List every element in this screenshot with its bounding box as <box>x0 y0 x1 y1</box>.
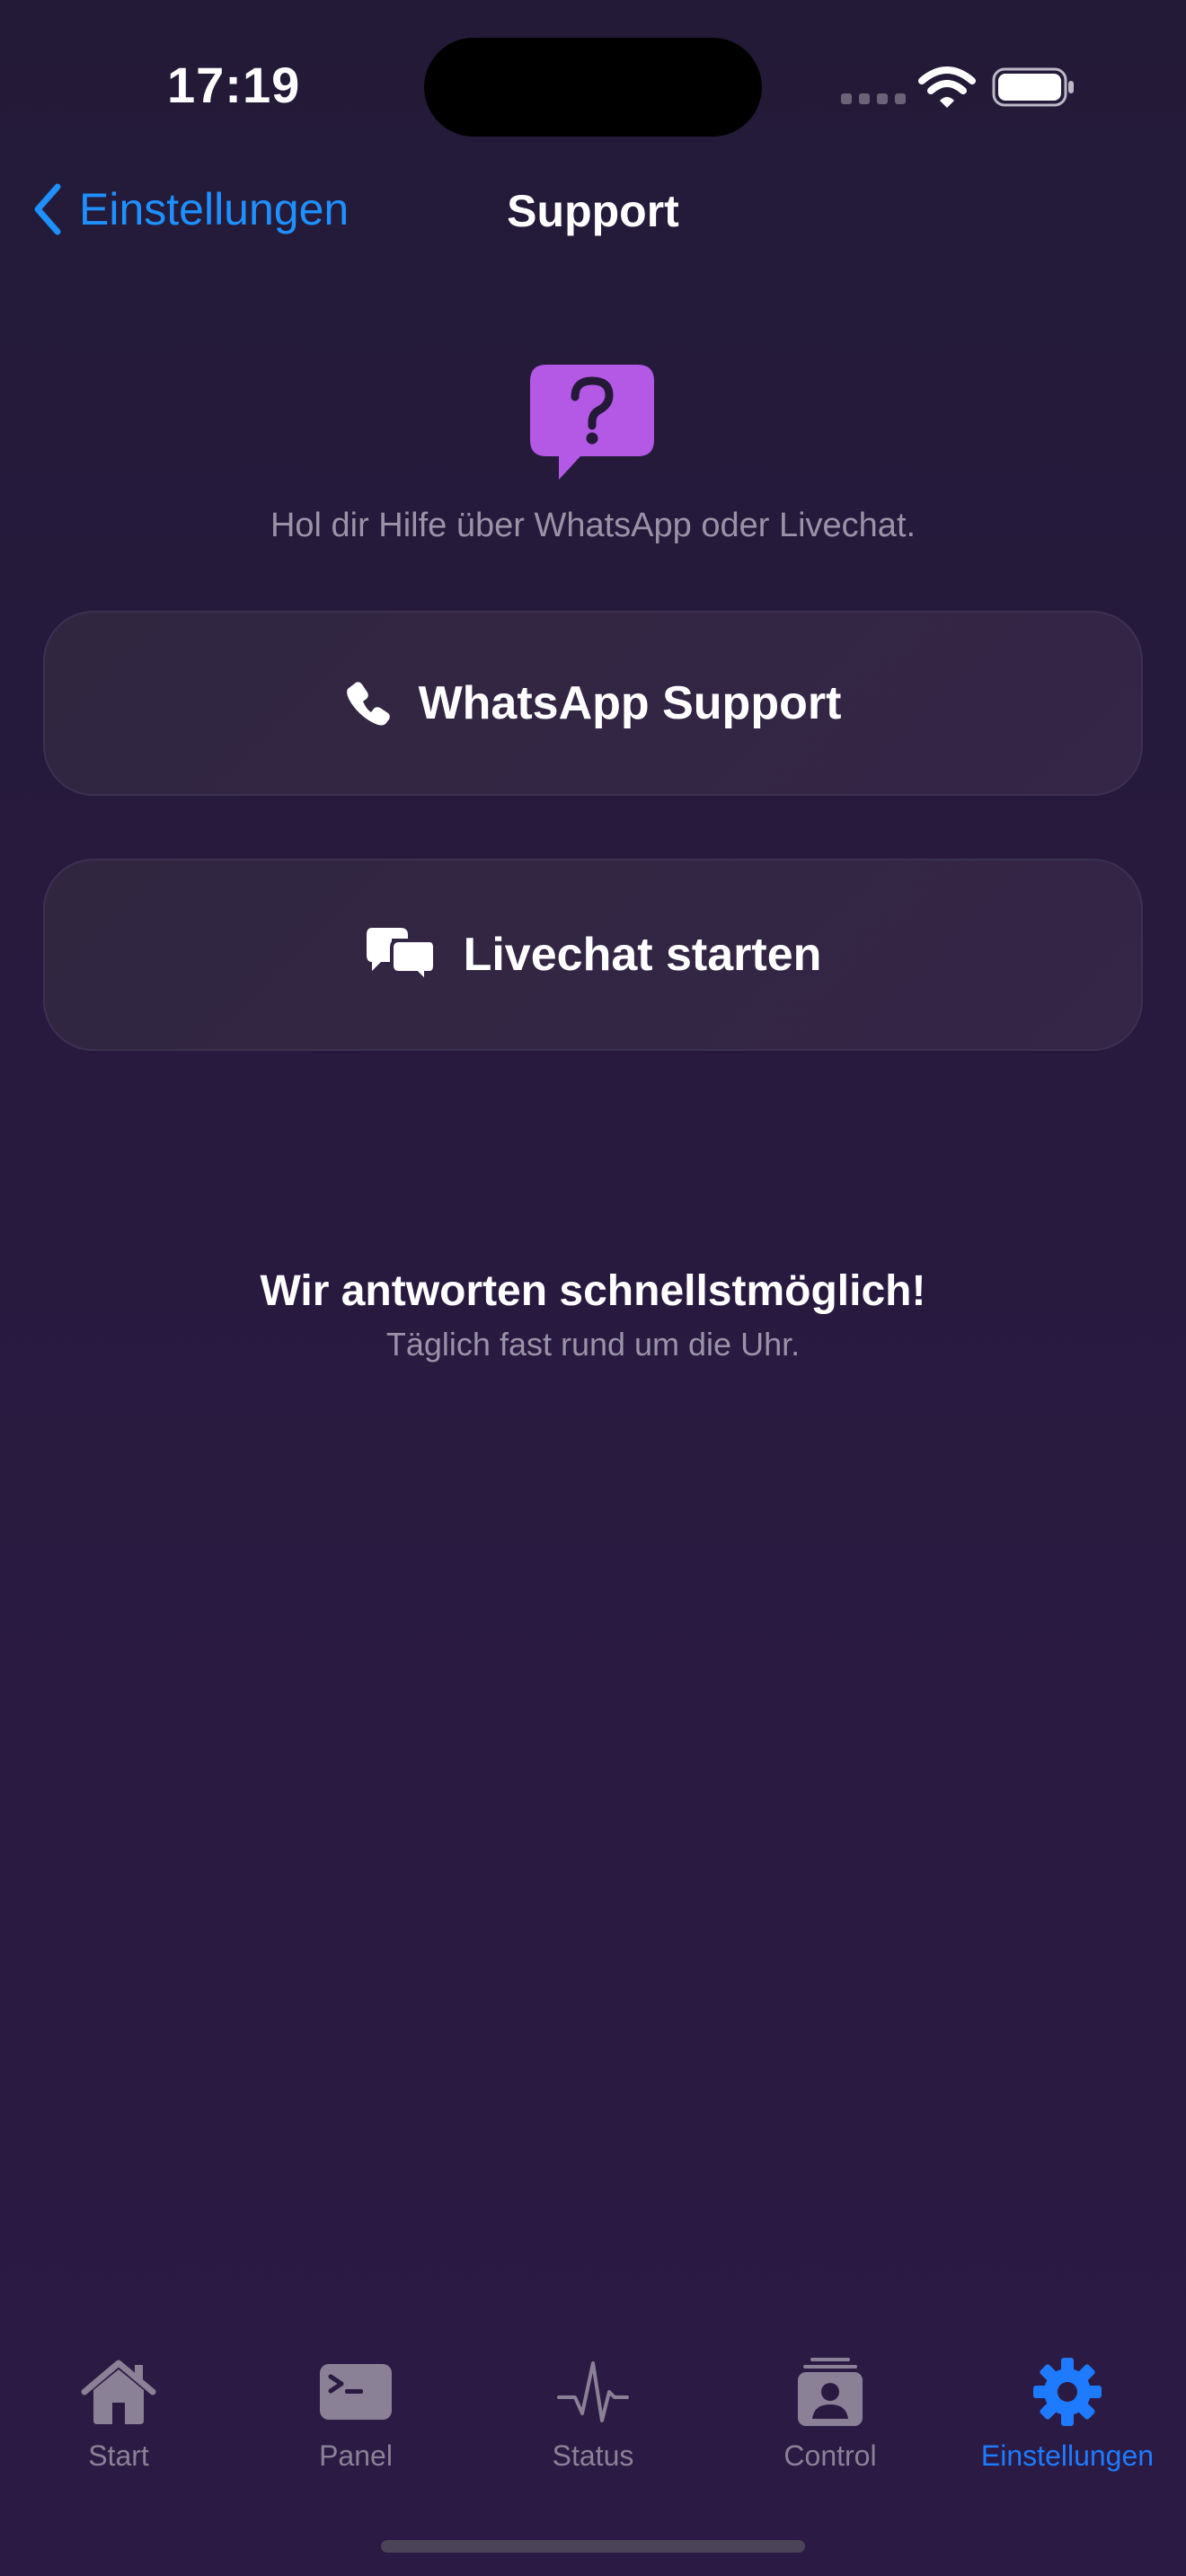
page-title: Support <box>507 186 679 236</box>
battery-icon <box>992 67 1074 107</box>
home-indicator[interactable] <box>381 2540 805 2553</box>
contact-card-icon <box>798 2358 863 2426</box>
phone-icon <box>346 682 390 726</box>
livechat-start-button[interactable]: Livechat starten <box>43 859 1143 1051</box>
wifi-icon <box>918 66 976 108</box>
whatsapp-support-button[interactable]: WhatsApp Support <box>43 611 1143 796</box>
tab-control-label: Control <box>783 2439 877 2472</box>
status-time: 17:19 <box>167 57 301 113</box>
pulse-icon <box>557 2361 629 2422</box>
dynamic-island <box>424 38 762 137</box>
cellular-signal-icon <box>841 93 906 104</box>
tab-settings-label: Einstellungen <box>980 2439 1155 2472</box>
livechat-start-label: Livechat starten <box>463 929 822 981</box>
hero-subtitle: Hol dir Hilfe über WhatsApp oder Livecha… <box>270 507 916 544</box>
reply-info-title: Wir antworten schnellstmöglich! <box>260 1267 926 1315</box>
tab-start-label: Start <box>88 2439 149 2472</box>
tab-status-label: Status <box>552 2439 634 2472</box>
tab-settings[interactable]: Einstellungen <box>960 2351 1175 2495</box>
whatsapp-support-label: WhatsApp Support <box>418 677 842 729</box>
tab-bar: Start Panel Status Control Einstellungen <box>0 2351 1186 2495</box>
house-icon <box>81 2360 156 2424</box>
reply-info-subtitle: Täglich fast rund um die Uhr. <box>385 1326 801 1363</box>
chat-bubbles-icon <box>366 928 437 984</box>
tab-panel[interactable]: Panel <box>248 2351 464 2495</box>
tab-start[interactable]: Start <box>11 2351 226 2495</box>
help-bubble-icon <box>530 365 654 480</box>
tab-status[interactable]: Status <box>485 2351 701 2495</box>
gear-icon <box>1033 2358 1102 2426</box>
tab-panel-label: Panel <box>319 2439 393 2472</box>
tab-control[interactable]: Control <box>722 2351 938 2495</box>
terminal-icon <box>320 2364 392 2420</box>
